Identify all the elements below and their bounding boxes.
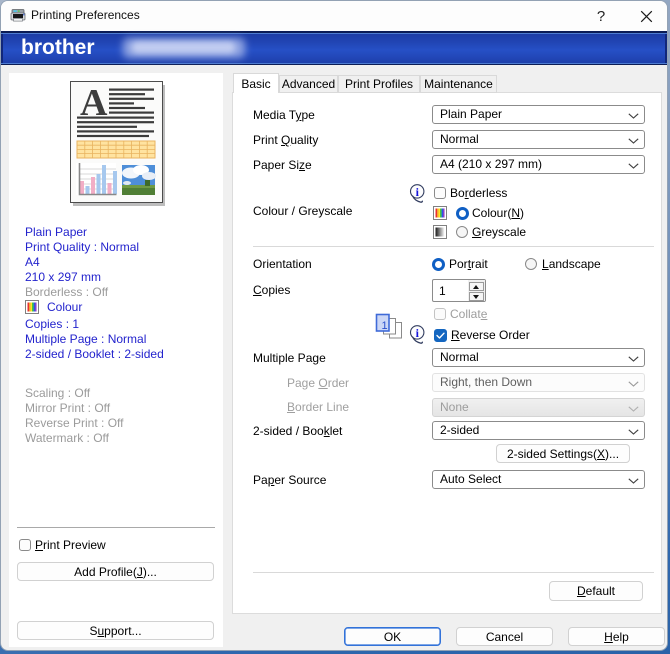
svg-text:1: 1	[381, 320, 387, 332]
